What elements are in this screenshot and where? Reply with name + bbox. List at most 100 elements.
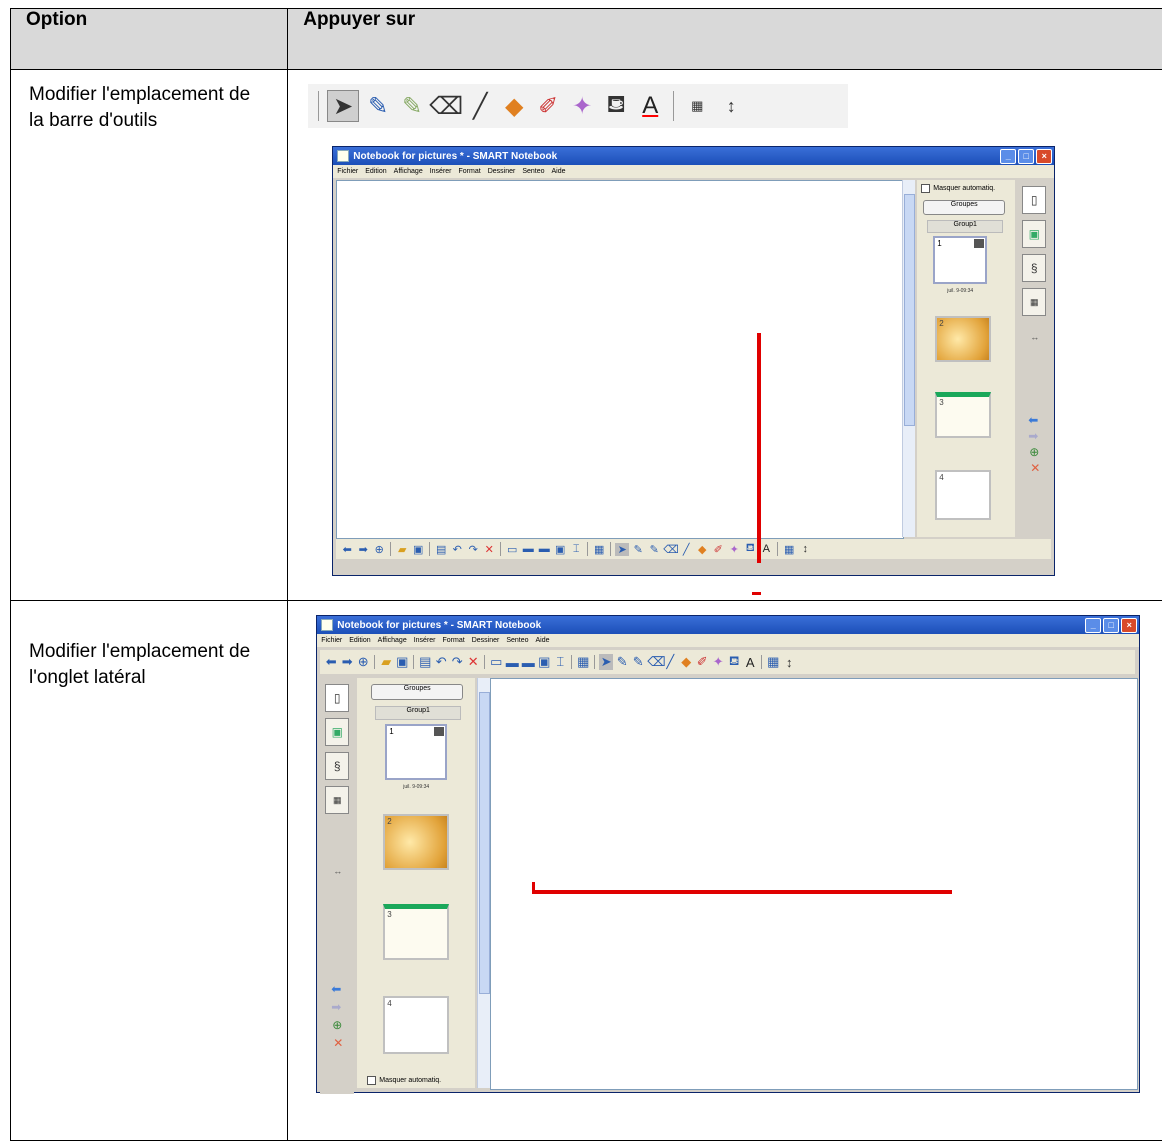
menu-senteo[interactable]: Senteo	[506, 637, 528, 644]
select-pointer-icon[interactable]: ➤	[599, 654, 614, 670]
save-icon[interactable]: ▣	[411, 543, 425, 556]
page-sorter-tab-icon[interactable]: ▯	[325, 684, 350, 712]
select-pointer-icon[interactable]: ➤	[615, 542, 630, 556]
magic-pen-icon[interactable]: ✦	[727, 543, 741, 556]
page-canvas[interactable]	[336, 180, 905, 539]
page-thumbnail-4[interactable]: 4	[935, 470, 992, 520]
table-tool-icon[interactable]: ⌶	[569, 543, 583, 556]
delete-page-icon[interactable]: ✕	[333, 1036, 343, 1050]
save-icon[interactable]: ▣	[395, 654, 409, 670]
creative-pen-icon[interactable]: ✎	[631, 654, 645, 670]
gallery-tab-icon[interactable]: ▣	[1022, 220, 1047, 248]
line-icon[interactable]: ╱	[663, 654, 677, 670]
properties-icon[interactable]: ▦	[766, 654, 780, 670]
page-thumbnail-2[interactable]: 2	[935, 316, 992, 362]
insert-table-icon[interactable]: ▦	[576, 654, 590, 670]
close-icon[interactable]: ×	[1121, 617, 1138, 633]
capture-icon[interactable]: ▣	[537, 654, 551, 670]
capture-icon[interactable]: ▣	[553, 543, 567, 556]
undo-icon[interactable]: ↶	[450, 543, 464, 556]
undo-icon[interactable]: ↶	[434, 654, 448, 670]
add-page-icon[interactable]: ⊕	[1029, 445, 1039, 459]
move-toolbar-icon[interactable]: ↕	[716, 91, 746, 121]
move-toolbar-icon[interactable]: ↕	[782, 655, 796, 670]
properties-icon[interactable]: ▦	[782, 543, 796, 556]
fullscreen-icon[interactable]: ▭	[489, 654, 503, 670]
move-sidebar-icon[interactable]: ↔	[1030, 332, 1039, 342]
paste-icon[interactable]: ▤	[418, 654, 432, 670]
menu-format[interactable]: Format	[443, 637, 465, 644]
page-thumbnail-4[interactable]: 4	[383, 996, 450, 1054]
previous-page-icon[interactable]: ⬅	[331, 982, 341, 996]
maximize-icon[interactable]: □	[1018, 148, 1035, 164]
add-page-icon[interactable]: ⊕	[356, 654, 370, 670]
delete-icon[interactable]: ✕	[482, 543, 496, 556]
groups-button[interactable]: Groupes	[371, 684, 464, 700]
forward-icon[interactable]: ➡	[356, 543, 370, 556]
pen-icon[interactable]: ✎	[631, 543, 645, 556]
page-thumbnail-3[interactable]: 3	[383, 904, 450, 960]
menu-dessiner[interactable]: Dessiner	[488, 168, 516, 175]
shapes-icon[interactable]: ◆	[679, 654, 693, 670]
redo-icon[interactable]: ↷	[466, 543, 480, 556]
fill-icon[interactable]: ⛾	[727, 653, 741, 671]
shapes-icon[interactable]: ◆	[695, 543, 709, 556]
attachments-tab-icon[interactable]: §	[325, 752, 350, 780]
text-icon[interactable]: A	[759, 543, 773, 555]
add-page-icon[interactable]: ⊕	[372, 543, 386, 556]
menu-affichage[interactable]: Affichage	[394, 168, 423, 175]
checkbox-box[interactable]	[367, 1076, 377, 1085]
move-sidebar-icon[interactable]: ↔	[333, 866, 342, 876]
creative-pen-icon[interactable]: ✎	[647, 543, 661, 556]
select-pointer-icon[interactable]: ➤	[327, 90, 360, 122]
monitor-icon[interactable]: ▬	[537, 543, 551, 555]
menu-fichier[interactable]: Fichier	[321, 637, 342, 644]
paste-icon[interactable]: ▤	[434, 543, 448, 556]
scroll-thumb[interactable]	[479, 692, 491, 994]
dropdown-arrow-icon[interactable]	[974, 239, 985, 248]
pen-icon[interactable]: ✎	[615, 654, 629, 670]
screen-shade-icon[interactable]: ▬	[505, 655, 519, 670]
line-icon[interactable]: ╱	[679, 543, 693, 556]
page-canvas[interactable]	[490, 678, 1139, 1090]
groups-button[interactable]: Groupes	[923, 200, 1006, 215]
maximize-icon[interactable]: □	[1103, 617, 1120, 633]
screen-shade-icon[interactable]: ▬	[521, 543, 535, 555]
add-page-icon[interactable]: ⊕	[332, 1018, 342, 1032]
vertical-scrollbar[interactable]	[477, 678, 491, 1088]
shape-recognition-pen-icon[interactable]: ✐	[533, 91, 563, 121]
menu-fichier[interactable]: Fichier	[337, 168, 358, 175]
redo-icon[interactable]: ↷	[450, 654, 464, 670]
insert-table-icon[interactable]: ▦	[592, 543, 606, 556]
back-icon[interactable]: ⬅	[340, 543, 354, 556]
pen-icon[interactable]: ✎	[363, 91, 393, 121]
fill-icon[interactable]: ⛾	[743, 542, 757, 556]
menu-affichage[interactable]: Affichage	[378, 637, 407, 644]
move-toolbar-icon[interactable]: ↕	[798, 543, 812, 555]
open-icon[interactable]: ▰	[395, 543, 409, 556]
menu-format[interactable]: Format	[459, 168, 481, 175]
next-page-icon[interactable]: ➡	[1028, 429, 1038, 443]
line-icon[interactable]: ╱	[465, 91, 495, 121]
menu-aide[interactable]: Aide	[536, 637, 550, 644]
eraser-icon[interactable]: ⌫	[663, 543, 679, 556]
forward-icon[interactable]: ➡	[340, 654, 354, 670]
page-thumbnail-1[interactable]: 1	[385, 724, 448, 780]
gallery-tab-icon[interactable]: ▣	[325, 718, 350, 746]
shape-pen-icon[interactable]: ✐	[695, 654, 709, 670]
magic-pen-icon[interactable]: ✦	[711, 654, 725, 670]
monitor-icon[interactable]: ▬	[521, 655, 535, 670]
attachments-tab-icon[interactable]: §	[1022, 254, 1047, 282]
page-sorter-tab-icon[interactable]: ▯	[1022, 186, 1047, 214]
minimize-icon[interactable]: _	[1000, 148, 1017, 164]
table-tool-icon[interactable]: ⌶	[553, 654, 567, 670]
dropdown-arrow-icon[interactable]	[434, 727, 445, 736]
menu-edition[interactable]: Edition	[365, 168, 386, 175]
menu-aide[interactable]: Aide	[552, 168, 566, 175]
page-thumbnail-3[interactable]: 3	[935, 392, 992, 438]
delete-page-icon[interactable]: ✕	[1030, 461, 1040, 475]
properties-tab-icon[interactable]: ▦	[1022, 288, 1047, 316]
menu-dessiner[interactable]: Dessiner	[472, 637, 500, 644]
close-icon[interactable]: ×	[1036, 148, 1053, 164]
shapes-icon[interactable]: ◆	[499, 91, 529, 121]
